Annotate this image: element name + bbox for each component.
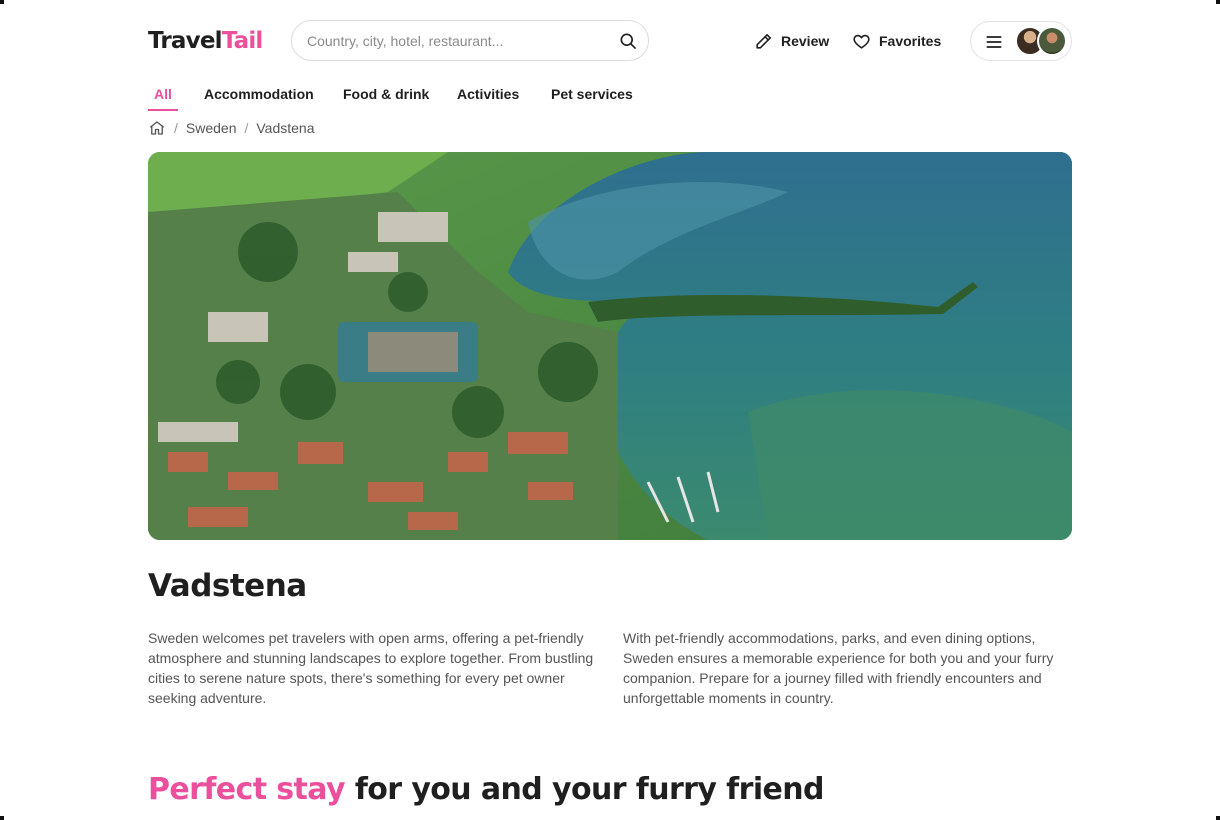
breadcrumb-separator: / bbox=[244, 120, 249, 136]
tab-accommodation[interactable]: Accommodation bbox=[204, 86, 314, 102]
breadcrumb-separator: / bbox=[174, 120, 178, 136]
hero-aerial-photo bbox=[148, 152, 1072, 540]
menu-icon bbox=[986, 36, 1002, 48]
user-menu-button[interactable] bbox=[970, 21, 1072, 61]
description-right: With pet-friendly accommodations, parks,… bbox=[623, 630, 1054, 706]
brand-logo[interactable]: TravelTail bbox=[148, 28, 263, 54]
top-header: TravelTail Review Favorites bbox=[148, 20, 1072, 62]
tab-activities[interactable]: Activities bbox=[457, 86, 519, 102]
page-title: Vadstena bbox=[148, 568, 307, 604]
brand-name-part1: Travel bbox=[148, 28, 222, 54]
search-bar bbox=[291, 20, 649, 61]
breadcrumb: / Sweden / Vadstena bbox=[148, 118, 315, 138]
corner-mark bbox=[0, 816, 4, 820]
description-left: Sweden welcomes pet travelers with open … bbox=[148, 630, 594, 706]
tab-food-drink[interactable]: Food & drink bbox=[343, 86, 429, 102]
hero-image bbox=[148, 152, 1072, 540]
heart-icon bbox=[853, 34, 870, 49]
breadcrumb-item-vadstena: Vadstena bbox=[256, 120, 315, 136]
active-tab-indicator bbox=[148, 109, 178, 111]
review-button[interactable]: Review bbox=[754, 30, 829, 52]
section-title-accent: Perfect stay bbox=[148, 772, 346, 807]
pencil-icon bbox=[756, 33, 772, 49]
corner-mark bbox=[1216, 816, 1220, 820]
review-label: Review bbox=[781, 33, 830, 49]
breadcrumb-item-sweden[interactable]: Sweden bbox=[186, 120, 237, 136]
home-icon[interactable] bbox=[148, 119, 166, 137]
section-title: Perfect stay for you and your furry frie… bbox=[148, 772, 824, 807]
search-input[interactable] bbox=[307, 30, 607, 52]
brand-name-part2: Tail bbox=[221, 28, 264, 54]
tab-all[interactable]: All bbox=[154, 86, 172, 102]
corner-mark bbox=[1216, 0, 1220, 4]
tab-pet-services[interactable]: Pet services bbox=[551, 86, 633, 102]
favorites-label: Favorites bbox=[879, 33, 942, 49]
corner-mark bbox=[0, 0, 4, 4]
search-icon[interactable] bbox=[618, 31, 638, 51]
favorites-button[interactable]: Favorites bbox=[852, 30, 941, 52]
section-title-rest: for you and your furry friend bbox=[344, 772, 825, 807]
avatar-user bbox=[1037, 26, 1067, 56]
